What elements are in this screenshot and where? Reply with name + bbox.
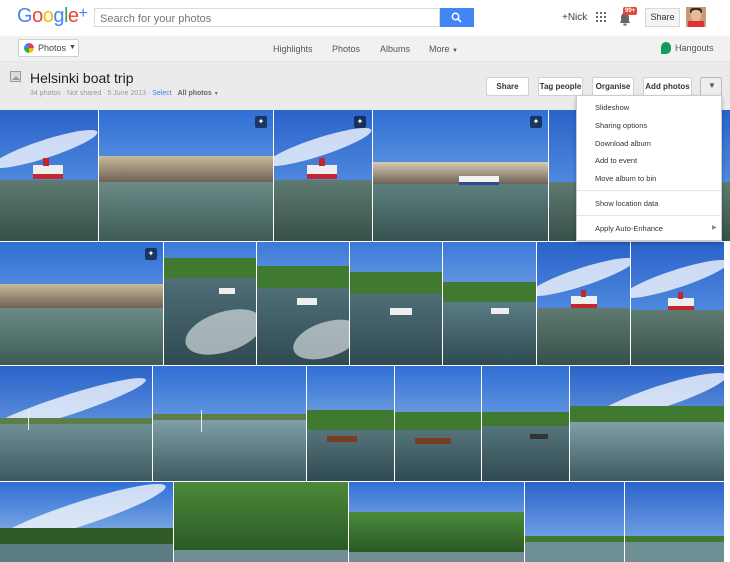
nav-albums[interactable]: Albums — [380, 44, 410, 54]
search-box[interactable] — [94, 8, 440, 28]
submenu-arrow-icon: ▶ — [712, 225, 717, 231]
album-options-menu: Slideshow Sharing options Download album… — [576, 95, 722, 241]
select-link[interactable]: Select — [152, 90, 171, 97]
menu-divider — [577, 190, 721, 191]
album-meta: 34 photos · Not shared · 5 June 2013 · S… — [30, 90, 219, 97]
photo-thumbnail[interactable] — [164, 242, 256, 365]
user-profile-link[interactable]: +Nick — [562, 12, 587, 23]
menu-item-download-album[interactable]: Download album — [595, 139, 651, 148]
chevron-down-icon: ▼ — [452, 48, 458, 54]
photo-thumbnail[interactable] — [349, 482, 524, 562]
photo-thumbnail[interactable] — [631, 242, 724, 365]
photo-thumbnail[interactable]: ✦ — [373, 110, 548, 241]
photo-thumbnail[interactable] — [0, 482, 173, 562]
hangouts-button[interactable]: Hangouts — [661, 42, 714, 54]
hangouts-icon — [661, 42, 671, 54]
nav-more-label: More — [429, 44, 450, 54]
chevron-down-icon: ▼ — [708, 81, 716, 90]
search-icon — [451, 12, 462, 23]
album-icon — [10, 71, 21, 82]
photo-thumbnail[interactable]: ✦ — [274, 110, 372, 241]
more-options-button[interactable]: ▼ — [700, 77, 722, 96]
auto-enhance-icon: ✦ — [530, 116, 542, 128]
photo-thumbnail[interactable] — [350, 242, 442, 365]
photo-thumbnail[interactable] — [625, 482, 724, 562]
avatar[interactable] — [686, 7, 706, 27]
photo-thumbnail[interactable] — [537, 242, 630, 365]
filter-label: All photos — [177, 90, 212, 97]
album-title: Helsinki boat trip — [30, 70, 134, 86]
photo-thumbnail[interactable]: ✦ — [99, 110, 273, 241]
nav-more[interactable]: More ▼ — [429, 44, 458, 54]
auto-enhance-icon: ✦ — [255, 116, 267, 128]
photo-thumbnail[interactable] — [443, 242, 536, 365]
filter-dropdown[interactable]: All photos ▼ — [178, 90, 219, 97]
chevron-down-icon: ▼ — [69, 44, 76, 51]
sharing-status: Not shared — [66, 90, 102, 97]
menu-item-auto-enhance[interactable]: Apply Auto-Enhance — [595, 224, 663, 233]
photo-count: 34 photos — [30, 90, 61, 97]
photo-thumbnail[interactable] — [0, 110, 98, 241]
nav-photos[interactable]: Photos — [332, 44, 360, 54]
notification-count-badge: 99+ — [623, 7, 638, 15]
app-switcher[interactable]: Photos ▼ — [18, 39, 79, 57]
chevron-down-icon: ▼ — [213, 91, 219, 97]
nav-highlights[interactable]: Highlights — [273, 44, 313, 54]
photo-thumbnail[interactable] — [174, 482, 348, 562]
album-share-button[interactable]: Share — [486, 77, 529, 96]
share-button[interactable]: Share — [645, 8, 680, 27]
photo-thumbnail[interactable] — [153, 366, 306, 481]
photo-thumbnail[interactable] — [0, 366, 152, 481]
add-photos-button[interactable]: Add photos — [643, 77, 692, 96]
photos-pinwheel-icon — [24, 43, 34, 53]
sub-navigation: Photos ▼ Highlights Photos Albums More ▼… — [0, 36, 730, 62]
menu-item-add-to-event[interactable]: Add to event — [595, 156, 637, 165]
photo-thumbnail[interactable] — [525, 482, 624, 562]
organise-button[interactable]: Organise — [592, 77, 634, 96]
menu-item-sharing-options[interactable]: Sharing options — [595, 121, 647, 130]
auto-enhance-icon: ✦ — [145, 248, 157, 260]
menu-divider — [577, 215, 721, 216]
google-plus-logo[interactable]: Google+ — [17, 5, 88, 28]
menu-item-show-location[interactable]: Show location data — [595, 199, 658, 208]
app-switcher-label: Photos — [38, 43, 67, 53]
photo-thumbnail[interactable] — [395, 366, 481, 481]
search-button[interactable] — [440, 8, 474, 27]
photo-thumbnail[interactable] — [482, 366, 569, 481]
photo-thumbnail[interactable] — [257, 242, 349, 365]
search-input[interactable] — [95, 10, 435, 28]
notifications-button[interactable]: 99+ — [619, 7, 638, 26]
album-date: 5 June 2013 — [107, 90, 147, 97]
apps-grid-icon[interactable] — [596, 12, 606, 22]
menu-item-slideshow[interactable]: Slideshow — [595, 103, 629, 112]
tag-people-button[interactable]: Tag people — [538, 77, 583, 96]
photo-thumbnail[interactable] — [307, 366, 394, 481]
auto-enhance-icon: ✦ — [354, 116, 366, 128]
photo-thumbnail[interactable] — [570, 366, 724, 481]
hangouts-label: Hangouts — [675, 43, 714, 53]
menu-item-move-to-bin[interactable]: Move album to bin — [595, 174, 656, 183]
photo-thumbnail[interactable]: ✦ — [0, 242, 163, 365]
top-bar: Google+ +Nick 99+ Share — [0, 0, 730, 36]
